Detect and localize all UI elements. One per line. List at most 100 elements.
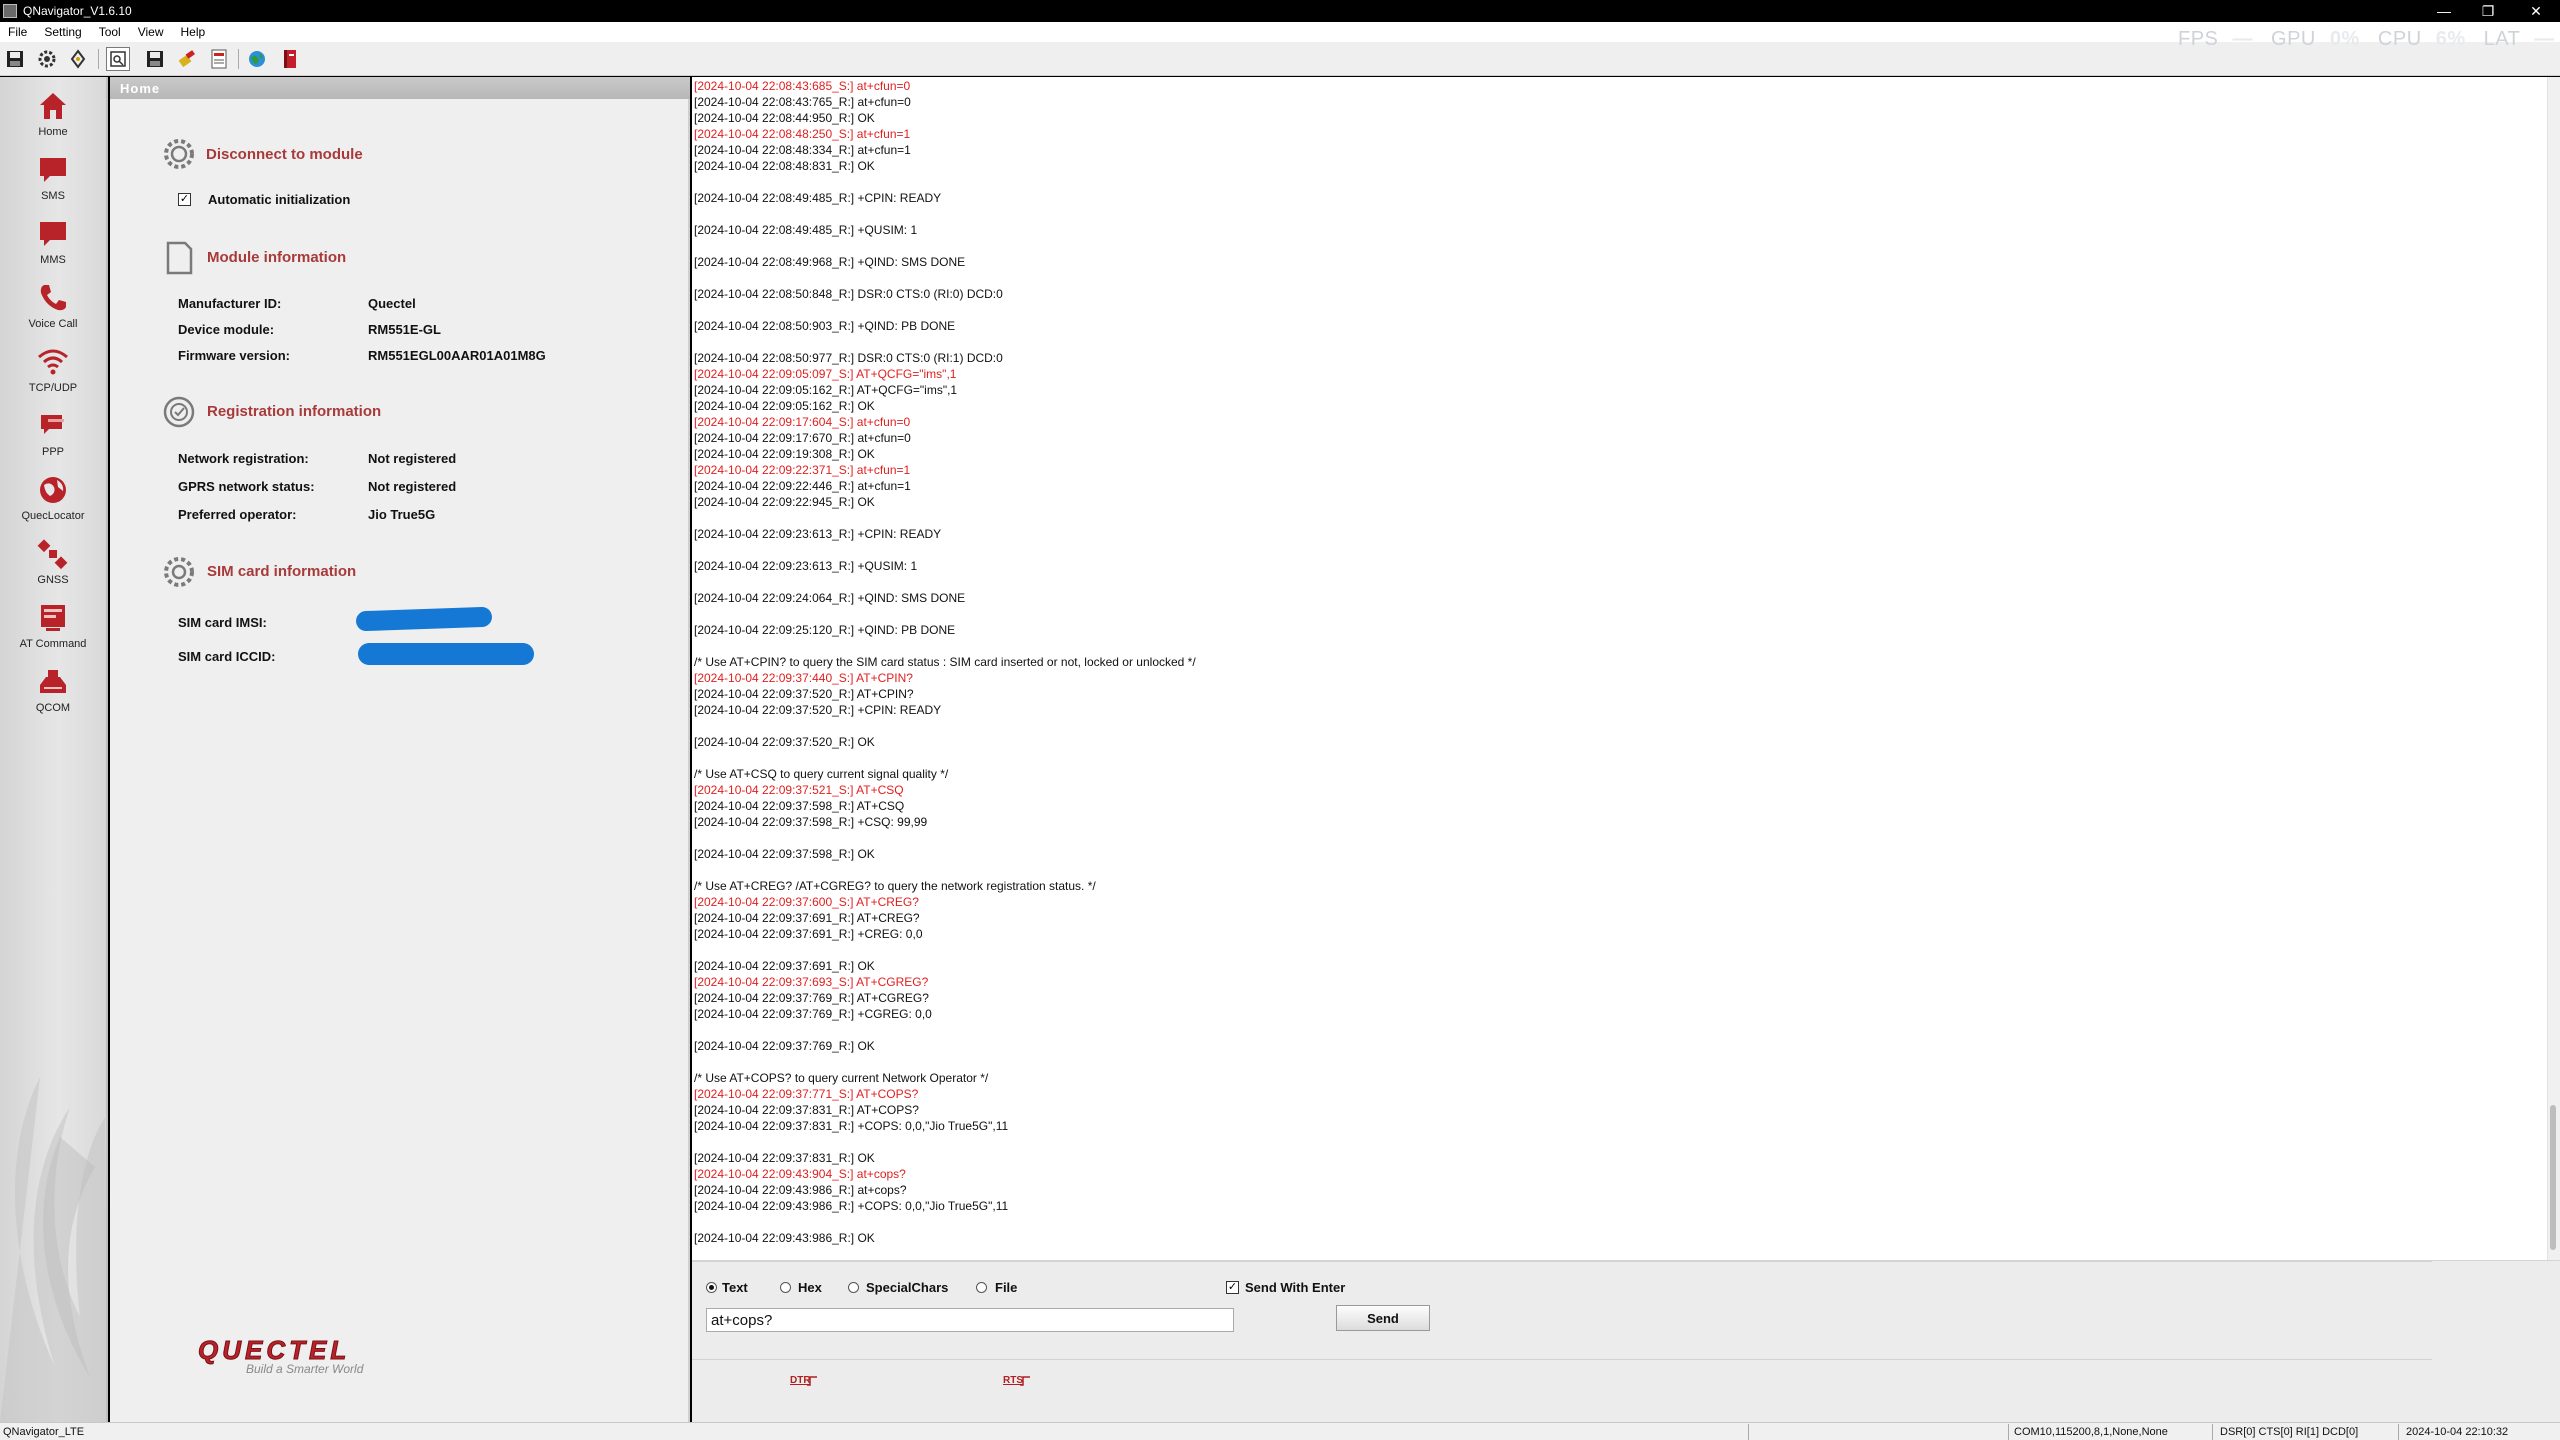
log-line-received — [694, 206, 2514, 222]
sidebar-item-voice-call[interactable]: Voice Call — [0, 272, 106, 334]
log-line-received — [694, 1054, 2514, 1070]
window-title: QNavigator_V1.6.10 — [23, 4, 132, 18]
title-bar: QNavigator_V1.6.10 — ❐ ✕ — [0, 0, 2560, 22]
lightbulb-icon[interactable] — [66, 47, 90, 71]
menu-help[interactable]: Help — [173, 25, 215, 39]
sidebar-item-qcom[interactable]: QCOM — [0, 656, 106, 718]
log-line-received: [2024-10-04 22:08:50:977_R:] DSR:0 CTS:0… — [694, 351, 1003, 365]
menu-tool[interactable]: Tool — [91, 25, 130, 39]
disconnect-link[interactable]: Disconnect to module — [206, 146, 363, 163]
restore-button[interactable]: ❐ — [2466, 0, 2510, 22]
settings-icon[interactable] — [35, 47, 59, 71]
sms-icon — [40, 158, 66, 182]
log-line-received: [2024-10-04 22:08:43:765_R:] at+cfun=0 — [694, 95, 911, 109]
firmware-value: RM551EGL00AAR01A01M8G — [368, 348, 546, 363]
mode-hex-label: Hex — [798, 1280, 822, 1295]
log-line-received: [2024-10-04 22:09:37:598_R:] OK — [694, 847, 875, 861]
script-icon[interactable] — [207, 47, 231, 71]
log-line-received: [2024-10-04 22:09:24:064_R:] +QIND: SMS … — [694, 591, 966, 605]
log-line-received: [2024-10-04 22:09:37:769_R:] OK — [694, 1039, 875, 1053]
log-line-received — [694, 638, 2514, 654]
log-line-received: [2024-10-04 22:09:37:769_R:] AT+CGREG? — [694, 991, 929, 1005]
log-line-received — [694, 606, 2514, 622]
log-line-received: [2024-10-04 22:09:43:986_R:] OK — [694, 1231, 875, 1245]
save-icon[interactable] — [3, 47, 27, 71]
menu-bar: File Setting Tool View Help — [0, 22, 2560, 42]
query-icon[interactable] — [106, 47, 130, 71]
sidebar-item-at-command[interactable]: AT Command — [0, 592, 106, 654]
log-line-sent: [2024-10-04 22:08:48:250_S:] at+cfun=1 — [694, 127, 911, 141]
mode-text-label: Text — [722, 1280, 748, 1295]
chat-icon — [41, 415, 64, 434]
manufacturer-label: Manufacturer ID: — [178, 296, 282, 311]
log-line-received — [694, 542, 2514, 558]
book-icon[interactable] — [278, 47, 302, 71]
log-line-received: [2024-10-04 22:09:37:831_R:] +COPS: 0,0,… — [694, 1119, 1009, 1133]
sidebar-item-label: Home — [38, 126, 68, 138]
sidebar-item-mms[interactable]: MMS — [0, 208, 106, 270]
sidebar-item-label: GNSS — [37, 574, 69, 586]
log-line-received: [2024-10-04 22:08:49:485_R:] +CPIN: READ… — [694, 191, 942, 205]
close-button[interactable]: ✕ — [2514, 0, 2558, 22]
auto-init-checkbox[interactable]: ✓ — [178, 193, 191, 206]
log-line-received: [2024-10-04 22:09:43:986_R:] at+cops? — [694, 1183, 907, 1197]
registration-icon — [163, 396, 195, 428]
sidebar-item-label: QCOM — [35, 702, 71, 714]
mode-special-radio[interactable] — [848, 1282, 859, 1293]
dtr-signal-icon — [807, 1376, 817, 1386]
log-line-received — [694, 1134, 2514, 1150]
log-line-received: [2024-10-04 22:09:17:670_R:] at+cfun=0 — [694, 431, 911, 445]
log-scrollbar[interactable] — [2547, 77, 2560, 1260]
log-line-received: [2024-10-04 22:09:25:120_R:] +QIND: PB D… — [694, 623, 956, 637]
log-lines: [2024-10-04 22:08:43:685_S:] at+cfun=0 [2… — [694, 78, 2514, 1246]
home-icon — [40, 93, 66, 119]
sidebar-item-label: QuecLocator — [21, 510, 85, 522]
sidebar-item-queclocator[interactable]: QuecLocator — [0, 464, 106, 526]
document-icon — [166, 241, 193, 275]
save-log-icon[interactable] — [143, 47, 167, 71]
logo-tagline: Build a Smarter World — [246, 1362, 364, 1376]
tab-home[interactable]: Home — [110, 77, 690, 99]
menu-view[interactable]: View — [130, 25, 173, 39]
menu-setting[interactable]: Setting — [36, 25, 90, 39]
log-line-received: [2024-10-04 22:09:37:520_R:] +CPIN: READ… — [694, 703, 942, 717]
mode-file-radio[interactable] — [976, 1282, 987, 1293]
firmware-label: Firmware version: — [178, 348, 290, 363]
menu-file[interactable]: File — [0, 25, 36, 39]
log-line-sent: [2024-10-04 22:09:37:440_S:] AT+CPIN? — [694, 671, 913, 685]
log-line-sent: [2024-10-04 22:09:37:693_S:] AT+CGREG? — [694, 975, 929, 989]
quectel-logo: QUECTEL Build a Smarter World — [197, 1335, 364, 1377]
web-icon[interactable] — [245, 47, 269, 71]
log-line-sent: [2024-10-04 22:09:43:904_S:] at+cops? — [694, 1167, 906, 1181]
sidebar-item-ppp[interactable]: PPP — [0, 400, 106, 462]
phone-icon — [40, 285, 66, 311]
command-input[interactable] — [706, 1308, 1234, 1332]
sidebar-item-sms[interactable]: SMS — [0, 144, 106, 206]
sidebar-item-tcp-udp[interactable]: TCP/UDP — [0, 336, 106, 398]
mode-hex-radio[interactable] — [780, 1282, 791, 1293]
log-line-received: [2024-10-04 22:08:44:950_R:] OK — [694, 111, 875, 125]
log-line-received: [2024-10-04 22:09:37:598_R:] +CSQ: 99,99 — [694, 815, 928, 829]
network-registration-label: Network registration: — [178, 451, 309, 466]
performance-overlay: FPS — GPU 0% CPU 6% LAT — — [2178, 28, 2560, 51]
sidebar-item-gnss[interactable]: GNSS — [0, 528, 106, 590]
send-with-enter-checkbox[interactable]: ✓ — [1226, 1281, 1239, 1294]
minimize-button[interactable]: — — [2422, 0, 2466, 22]
send-with-enter-label: Send With Enter — [1245, 1280, 1346, 1295]
sim-imsi-label: SIM card IMSI: — [178, 615, 267, 630]
log-scrollbar-thumb[interactable] — [2550, 1105, 2556, 1250]
clear-icon[interactable] — [175, 47, 199, 71]
log-line-received: [2024-10-04 22:09:43:986_R:] +COPS: 0,0,… — [694, 1199, 1009, 1213]
log-line-received: [2024-10-04 22:09:19:308_R:] OK — [694, 447, 875, 461]
gpu-label: GPU — [2271, 28, 2316, 50]
home-panel: Home Disconnect to module ✓ Automatic in… — [110, 77, 690, 1422]
send-button[interactable]: Send — [1336, 1305, 1430, 1331]
registration-title: Registration information — [207, 403, 382, 420]
log-line-received: [2024-10-04 22:09:05:162_R:] AT+QCFG="im… — [694, 383, 958, 397]
log-output[interactable]: [2024-10-04 22:08:43:685_S:] at+cfun=0 [2… — [692, 77, 2547, 1260]
log-line-received — [694, 302, 2514, 318]
mode-file-label: File — [995, 1280, 1018, 1295]
sidebar-item-home[interactable]: Home — [0, 80, 106, 142]
log-line-received: [2024-10-04 22:09:23:613_R:] +CPIN: READ… — [694, 527, 942, 541]
mode-text-radio[interactable] — [706, 1282, 717, 1293]
